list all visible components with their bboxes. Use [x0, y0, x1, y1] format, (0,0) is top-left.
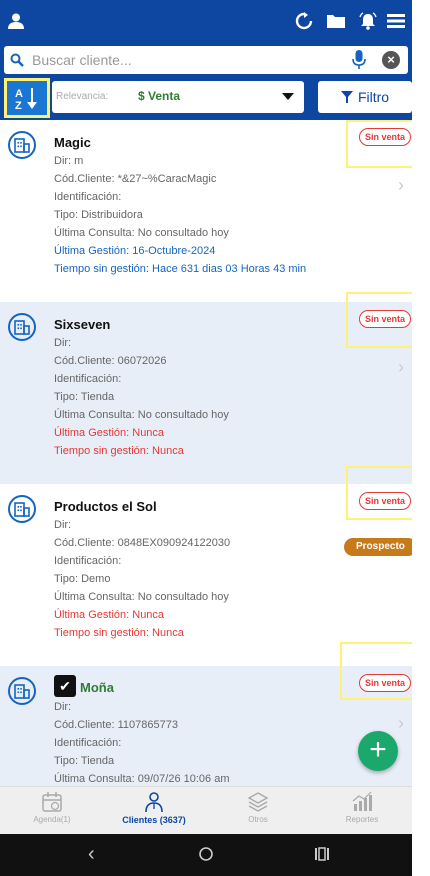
client-last-action: Última Gestión: 16-Octubre-2024 — [54, 245, 216, 257]
filter-label: Filtro — [357, 89, 390, 105]
nav-item-clientes[interactable]: Clientes (3637) — [104, 791, 204, 833]
nav-label: Reportes — [345, 815, 379, 824]
client-card[interactable]: ✔ Moña Dir: Cód.Cliente: 1107865773 Iden… — [0, 642, 412, 786]
building-icon — [8, 677, 36, 705]
microphone-icon[interactable] — [352, 50, 366, 75]
status-badge: Sin venta — [359, 492, 412, 510]
clear-search-icon[interactable]: × — [382, 51, 400, 69]
client-type: Tipo: Distribuidora — [54, 209, 143, 221]
search-bar: × — [0, 42, 412, 76]
building-icon — [8, 495, 36, 523]
menu-icon[interactable] — [384, 9, 408, 33]
home-icon[interactable] — [198, 846, 214, 867]
client-identification: Identificación: — [54, 373, 122, 385]
client-last-check: Última Consulta: 09/07/26 10:06 am — [54, 773, 230, 785]
client-identification: Identificación: — [54, 737, 122, 749]
recents-icon[interactable] — [314, 846, 330, 867]
funnel-icon — [340, 91, 353, 103]
client-last-check: Última Consulta: No consultado hoy — [54, 409, 229, 421]
sync-icon[interactable] — [292, 9, 316, 33]
status-badge: Sin venta — [359, 674, 412, 692]
sort-az-icon: A Z — [15, 88, 37, 110]
client-name: Moña — [80, 680, 114, 695]
client-code: Cód.Cliente: 0848EX090924122030 — [54, 537, 231, 549]
client-name: Magic — [54, 135, 91, 150]
client-dir: Dir: — [54, 701, 72, 713]
client-code: Cód.Cliente: *&27~%CaracMagic — [54, 173, 217, 185]
filter-row: A Z Relevancia: $ Venta Filtro — [0, 76, 412, 120]
client-card[interactable]: Sixseven Dir: Cód.Cliente: 06072026 Iden… — [0, 292, 412, 484]
client-dir: Dir: — [54, 519, 72, 531]
search-input[interactable] — [32, 50, 352, 70]
client-last-check: Última Consulta: No consultado hoy — [54, 591, 229, 603]
app-bar — [0, 0, 412, 42]
client-last-check: Última Consulta: No consultado hoy — [54, 227, 229, 239]
filter-button[interactable]: Filtro — [318, 81, 412, 113]
client-list[interactable]: Magic Dir: m Cód.Cliente: *&27~%CaracMag… — [0, 120, 412, 786]
nav-item-reportes[interactable]: Reportes — [312, 791, 412, 833]
building-icon — [8, 313, 36, 341]
status-badge: Sin venta — [359, 310, 412, 328]
calendar-icon — [42, 792, 62, 812]
relevance-value: $ Venta — [138, 89, 181, 103]
client-card[interactable]: Magic Dir: m Cód.Cliente: *&27~%CaracMag… — [0, 120, 412, 302]
svg-text:Z: Z — [15, 100, 22, 110]
back-icon[interactable]: ‹ — [88, 843, 95, 866]
client-code: Cód.Cliente: 06072026 — [54, 355, 167, 367]
system-nav-bar: ‹ — [0, 834, 412, 876]
nav-item-otros[interactable]: Otros — [208, 791, 308, 833]
client-type: Tipo: Demo — [54, 573, 111, 585]
client-code: Cód.Cliente: 1107865773 — [54, 719, 178, 731]
person-icon — [145, 792, 163, 813]
chart-icon — [352, 791, 372, 811]
client-dir: Dir: — [54, 337, 72, 349]
client-time-without: Tiempo sin gestión: Nunca — [54, 445, 184, 457]
sort-az-button[interactable]: A Z — [4, 78, 50, 118]
client-last-action: Última Gestión: Nunca — [54, 609, 165, 621]
chevron-right-icon: › — [398, 713, 404, 733]
chevron-right-icon: › — [398, 175, 404, 195]
chevron-down-icon — [282, 93, 294, 100]
nav-label: Otros — [248, 815, 268, 824]
user-icon[interactable] — [4, 9, 28, 33]
layers-icon — [247, 792, 269, 812]
client-dir: Dir: m — [54, 155, 84, 167]
folder-icon[interactable] — [324, 9, 348, 33]
svg-text:A: A — [15, 88, 23, 100]
client-last-action: Última Gestión: Nunca — [54, 427, 165, 439]
bell-icon[interactable] — [356, 9, 380, 33]
nav-label: Agenda(1) — [33, 815, 71, 824]
chevron-right-icon: › — [398, 357, 404, 377]
bottom-nav: Agenda(1) Clientes (3637) Otros Reportes — [0, 786, 412, 834]
building-icon — [8, 131, 36, 159]
prospect-badge: Prospecto — [344, 538, 412, 556]
add-client-button[interactable]: + — [358, 731, 398, 771]
screen-edge — [412, 0, 430, 876]
relevance-label: Relevancia: — [56, 91, 109, 102]
client-time-without: Tiempo sin gestión: Nunca — [54, 627, 184, 639]
client-time-without: Tiempo sin gestión: Hace 631 dias 03 Hor… — [54, 263, 307, 275]
checkbox-checked-icon[interactable]: ✔ — [54, 675, 76, 697]
client-identification: Identificación: — [54, 191, 122, 203]
client-card[interactable]: Productos el Sol Dir: Cód.Cliente: 0848E… — [0, 466, 412, 666]
nav-item-agenda[interactable]: Agenda(1) — [2, 791, 102, 833]
client-type: Tipo: Tienda — [54, 391, 115, 403]
client-type: Tipo: Tienda — [54, 755, 115, 767]
client-name: Sixseven — [54, 317, 111, 332]
status-badge: Sin venta — [359, 128, 412, 146]
nav-label: Clientes (3637) — [122, 815, 186, 825]
client-name: Productos el Sol — [54, 499, 157, 514]
search-field: × — [4, 46, 408, 74]
relevance-select[interactable]: Relevancia: $ Venta — [52, 81, 304, 113]
search-icon — [10, 53, 24, 72]
client-identification: Identificación: — [54, 555, 122, 567]
